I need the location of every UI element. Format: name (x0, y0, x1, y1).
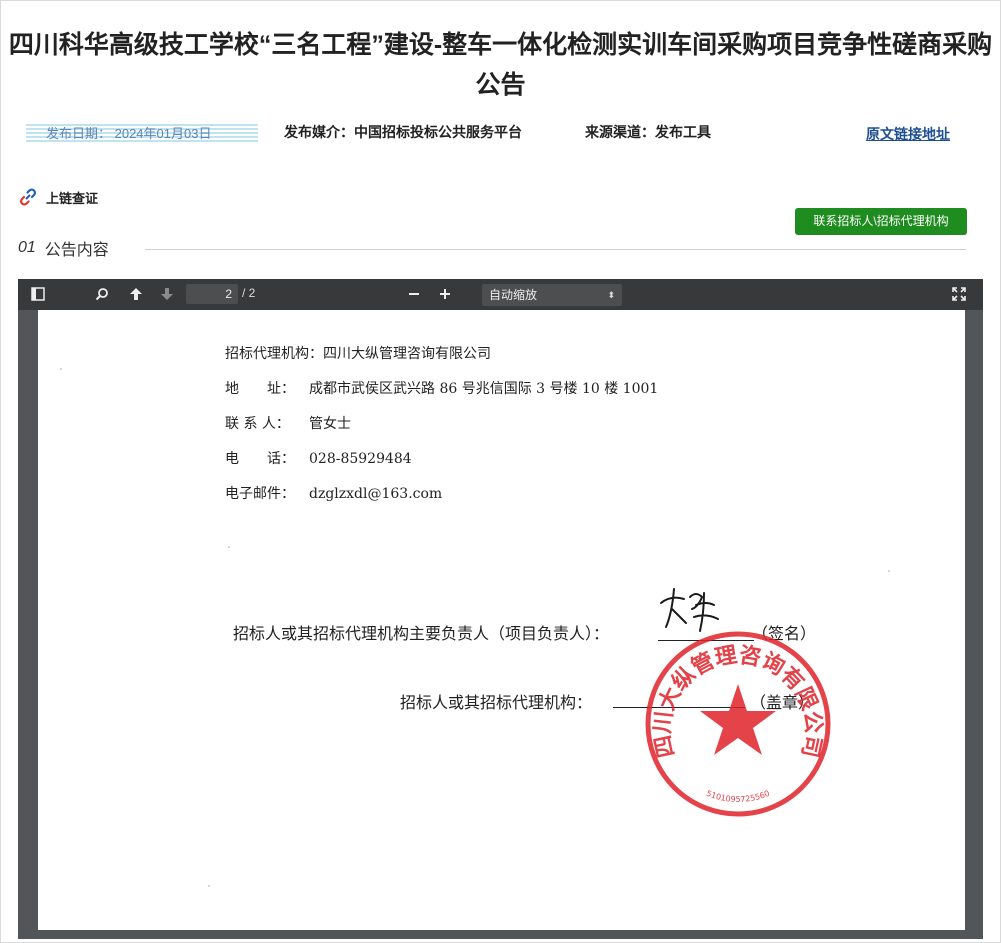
email-line: 电子邮件： dzglzxdl@163.com (225, 483, 442, 503)
page-number-input[interactable]: 2 (186, 284, 238, 304)
chain-verify-label: 上链查证 (46, 190, 99, 206)
zoom-select[interactable]: 自动缩放 ⬍ (482, 284, 622, 306)
zoom-select-value: 自动缩放 (489, 288, 538, 302)
original-link[interactable]: 原文链接地址 (866, 124, 950, 144)
section-label: 公告内容 (44, 242, 109, 259)
fullscreen-icon[interactable] (950, 285, 968, 303)
page-title: 四川科华高级技工学校“三名工程”建设-整车一体化检测实训车间采购项目竞争性磋商采… (8, 31, 993, 99)
svg-text:5101095725560: 5101095725560 (705, 789, 771, 804)
source-channel: 来源渠道：发布工具 (585, 124, 711, 140)
scan-speck (888, 570, 890, 572)
scan-speck (60, 368, 62, 370)
chain-verify-link[interactable]: 上链查证 (18, 187, 98, 207)
search-icon[interactable] (93, 285, 111, 303)
publish-date-text: 发布日期： 2024年01月03日 (46, 126, 212, 141)
email-value: dzglzxdl@163.com (309, 486, 443, 502)
phone-key: 电 话： (225, 451, 295, 467)
next-page-icon[interactable] (158, 285, 176, 303)
page-count: / 2 (242, 286, 256, 300)
scan-speck (208, 885, 210, 887)
phone-line: 电 话： 028-85929484 (225, 448, 412, 468)
chevron-updown-icon: ⬍ (607, 290, 615, 300)
address-value: 成都市武侯区武兴路 86 号兆信国际 3 号楼 10 楼 1001 (309, 381, 659, 397)
email-key: 电子邮件： (225, 486, 295, 502)
signature-label: 招标人或其招标代理机构主要负责人（项目负责人）： (233, 624, 610, 643)
scan-speck (228, 546, 230, 548)
pdf-viewer[interactable]: 2 / 2 自动缩放 ⬍ 招标代理机构：四川大纵管理咨询有限公司 地 址： 成都市… (18, 279, 983, 939)
contact-agency-button[interactable]: 联系招标人\招标代理机构 (795, 208, 967, 235)
handwritten-signature (660, 588, 719, 632)
stamp-number: 5101095725560 (705, 789, 771, 804)
pdf-page: 招标代理机构：四川大纵管理咨询有限公司 地 址： 成都市武侯区武兴路 86 号兆信… (38, 310, 965, 930)
contact-line: 联 系 人： 管女士 (225, 413, 351, 433)
section-number: 01 (18, 239, 36, 256)
contact-value: 管女士 (309, 416, 351, 432)
chain-link-icon (19, 188, 37, 206)
address-line: 地 址： 成都市武侯区武兴路 86 号兆信国际 3 号楼 10 楼 1001 (225, 378, 658, 398)
agency-line: 招标代理机构：四川大纵管理咨询有限公司 (225, 346, 491, 362)
contact-key: 联 系 人： (225, 416, 290, 432)
company-seal-stamp: 四川大纵管理咨询有限公司 5101095725560 (645, 631, 831, 817)
address-key: 地 址： (225, 381, 295, 397)
seal-label: 招标人或其招标代理机构： (400, 693, 593, 712)
phone-value: 028-85929484 (309, 451, 412, 467)
publish-media: 发布媒介：中国招标投标公共服务平台 (284, 124, 522, 140)
pdf-toolbar: 2 / 2 自动缩放 ⬍ (18, 279, 983, 310)
section-header: 01 公告内容 (18, 236, 109, 260)
zoom-in-icon[interactable] (436, 285, 454, 303)
publish-date: 发布日期： 2024年01月03日 (26, 122, 258, 142)
section-divider (145, 249, 966, 250)
previous-page-icon[interactable] (127, 285, 145, 303)
zoom-out-icon[interactable] (405, 285, 423, 303)
sidebar-toggle-icon[interactable] (29, 285, 47, 303)
